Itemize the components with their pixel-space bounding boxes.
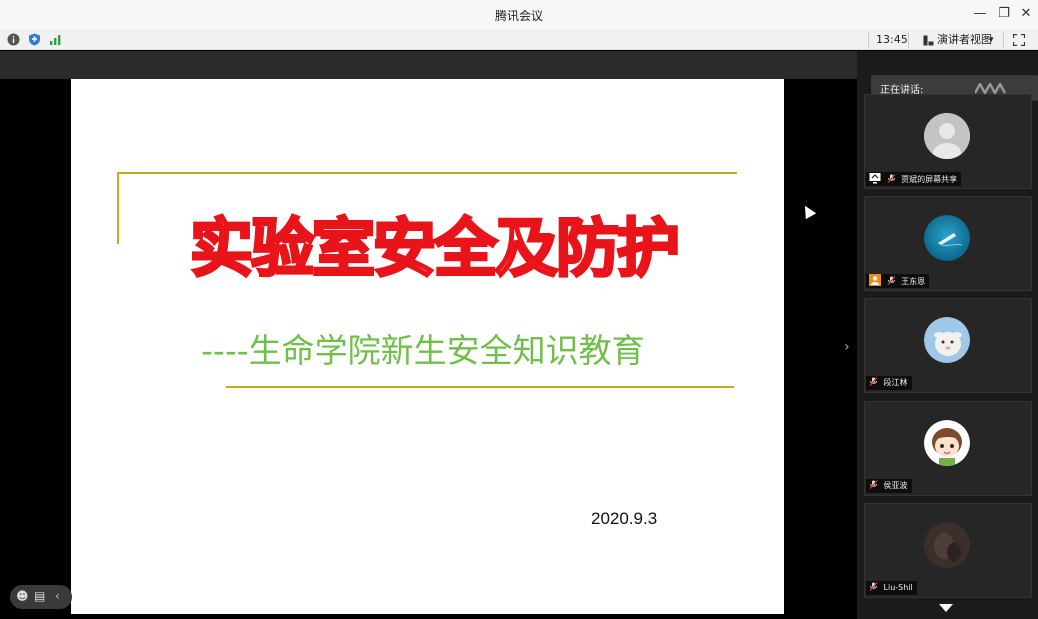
slide-rule-left <box>117 172 119 244</box>
lamb-photo-avatar <box>924 317 970 363</box>
mic-muted-icon <box>869 582 878 591</box>
participant-name: 段江林 <box>883 378 908 387</box>
participant-name-tag: 王东恩 <box>866 274 930 288</box>
slide-date: 2020.9.3 <box>591 509 658 528</box>
participant-name-tag: Liu-Shil <box>866 581 917 595</box>
participant-tile[interactable]: 段江林 <box>864 298 1032 393</box>
slide-rule-bottom <box>226 386 734 388</box>
slide-subtitle: ----生命学院新生安全知识教育 <box>201 331 645 370</box>
participant-tile[interactable]: Liu-Shil <box>864 503 1032 598</box>
cartoon-boy-avatar <box>924 420 970 466</box>
info-icon[interactable] <box>7 33 20 46</box>
window-title: 腾讯会议 <box>494 9 543 23</box>
meeting-time: 13:45 <box>876 33 908 46</box>
voice-wave-icon <box>975 83 1007 94</box>
bottom-controls: ☻ ▤ ‹ <box>10 585 72 609</box>
host-icon <box>869 274 881 286</box>
mic-muted-icon <box>887 276 895 285</box>
participant-name: 贾斌的屏幕共享 <box>901 175 958 184</box>
restore-button[interactable]: ❐ <box>995 6 1013 21</box>
participant-name: 王东恩 <box>901 277 926 286</box>
participant-name: 侯亚波 <box>883 481 908 490</box>
toolbar-divider <box>1003 32 1004 48</box>
chevron-down-icon: ▾ <box>989 35 994 45</box>
default-avatar-icon <box>924 113 970 159</box>
participant-name-tag: 侯亚波 <box>866 479 912 493</box>
mic-muted-icon <box>869 480 878 489</box>
shield-icon[interactable] <box>28 33 41 46</box>
sidebar-collapse-button[interactable]: › <box>844 339 850 355</box>
chat-icon[interactable]: ▤ <box>34 589 45 603</box>
collapse-icon[interactable]: ‹ <box>55 589 60 603</box>
window-titlebar: 腾讯会议 — ❐ ✕ <box>0 0 1038 30</box>
participant-tile[interactable]: 王东恩 <box>864 196 1032 291</box>
toolbar-divider <box>908 32 909 48</box>
emoji-icon[interactable]: ☻ <box>16 589 29 603</box>
fullscreen-icon[interactable] <box>1013 34 1025 46</box>
participant-name-tag: 贾斌的屏幕共享 <box>866 172 962 186</box>
minimize-button[interactable]: — <box>971 6 989 21</box>
screen-share-icon <box>869 173 881 184</box>
participant-name: Liu-Shil <box>883 583 913 592</box>
view-mode-dropdown[interactable]: 演讲者视图 ▾ <box>923 30 999 50</box>
slide-rule-top <box>117 172 737 174</box>
toolbar-divider <box>868 32 869 48</box>
ocean-photo-avatar <box>924 215 970 261</box>
presentation-slide: 实验室安全及防护 ----生命学院新生安全知识教育 2020.9.3 <box>71 79 784 614</box>
dark-photo-avatar <box>924 522 970 568</box>
participant-tile[interactable]: 贾斌的屏幕共享 <box>864 94 1032 189</box>
speaker-view-icon <box>923 35 934 46</box>
signal-strength-icon[interactable] <box>49 33 62 46</box>
close-button[interactable]: ✕ <box>1017 6 1035 21</box>
shared-screen-topbar <box>0 51 857 79</box>
meeting-toolbar: 13:45 演讲者视图 ▾ <box>0 30 1038 50</box>
mic-muted-icon <box>887 174 895 183</box>
mic-muted-icon <box>869 377 878 386</box>
slide-title: 实验室安全及防护 <box>189 211 682 287</box>
view-mode-label: 演讲者视图 <box>937 33 992 46</box>
scroll-down-arrow[interactable] <box>939 604 953 612</box>
participant-name-tag: 段江林 <box>866 376 912 390</box>
participant-tile[interactable]: 侯亚波 <box>864 401 1032 496</box>
